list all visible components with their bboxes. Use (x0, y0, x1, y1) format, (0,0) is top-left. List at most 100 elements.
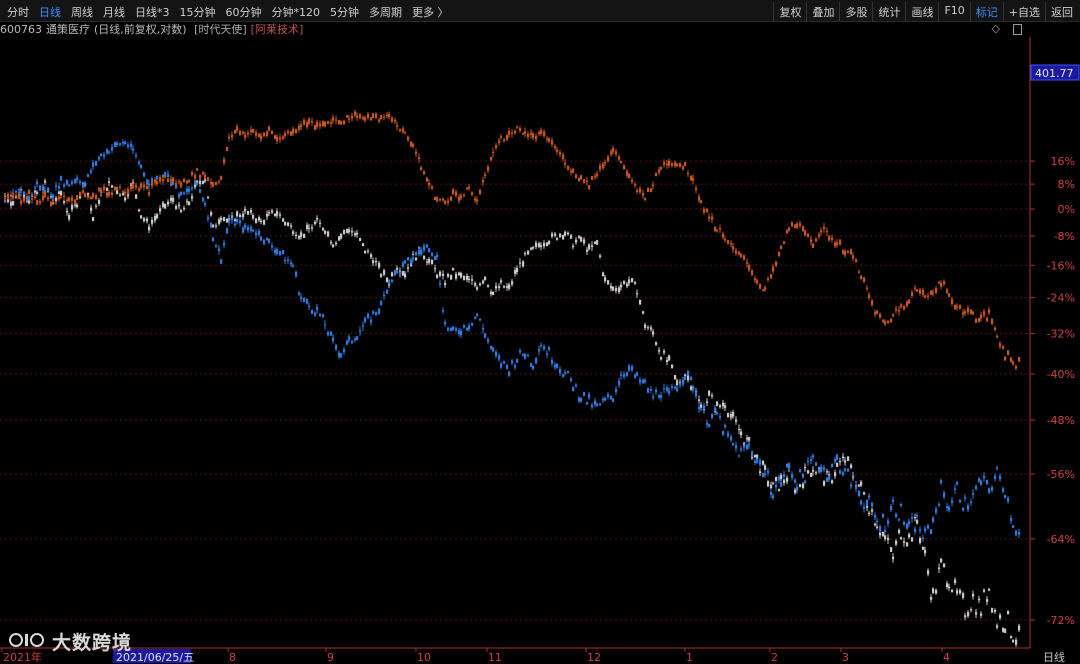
window-icon[interactable] (1013, 24, 1022, 35)
candle-body (100, 189, 103, 194)
candle-body (570, 378, 573, 381)
overlay-button[interactable]: 叠加 (806, 2, 839, 22)
candle-body (268, 212, 271, 214)
overlay-tag-1[interactable]: [时代天使] (194, 23, 247, 36)
candle-body (711, 216, 714, 220)
candle-body (210, 182, 213, 185)
candle-body (983, 475, 986, 479)
overlay-tag-2[interactable]: [阿莱技术] (251, 23, 304, 36)
candle-body (212, 237, 215, 242)
candle-body (751, 456, 754, 459)
candle-body (175, 205, 178, 209)
candle-body (540, 345, 543, 347)
candle-body (172, 177, 175, 182)
tab-5min[interactable]: 5分钟 (325, 2, 364, 22)
candle-body (215, 225, 218, 227)
candle-body (122, 191, 125, 193)
candle-body (855, 485, 858, 489)
candle-body (855, 259, 858, 262)
candle-body (159, 208, 162, 212)
candle-body (202, 172, 205, 175)
tab-weekly[interactable]: 周线 (66, 2, 98, 22)
candle-body (938, 503, 941, 506)
candle-body (626, 170, 629, 176)
candle-body (1015, 530, 1018, 536)
tab-60min[interactable]: 60分钟 (221, 2, 267, 22)
candle-body (47, 197, 50, 200)
candle-body (868, 512, 871, 515)
candle-body (810, 458, 813, 461)
candle-body (314, 221, 317, 224)
diamond-icon[interactable]: ◇ (992, 22, 1000, 35)
y-tick-label: -32% (1047, 328, 1075, 341)
candle-body (122, 141, 125, 144)
stats-button[interactable]: 统计 (872, 2, 905, 22)
candle-body (95, 205, 98, 207)
mark-button[interactable]: 标记 (969, 2, 1003, 22)
candle-body (722, 233, 725, 238)
candle-body (516, 268, 519, 272)
candle-body (135, 154, 138, 157)
y-tick-label: -48% (1047, 414, 1075, 427)
candle-body (914, 287, 917, 289)
candle-body (634, 374, 637, 378)
candle-body (972, 311, 975, 315)
candle-body (730, 243, 733, 245)
candle-body (810, 472, 813, 478)
candle-body (503, 360, 506, 364)
candle-body (234, 223, 237, 226)
candle-body (4, 197, 7, 200)
adjust-button[interactable]: 复权 (773, 2, 806, 22)
tab-15min[interactable]: 15分钟 (175, 2, 221, 22)
candle-body (831, 237, 834, 240)
candle-body (679, 384, 682, 386)
f10-button[interactable]: F10 (938, 2, 969, 22)
tab-min-120[interactable]: 分钟*120 (267, 2, 326, 22)
candle-body (236, 126, 239, 131)
candle-body (930, 597, 933, 600)
more-button[interactable]: 更多 〉 (407, 2, 454, 22)
add-watchlist-button[interactable]: +自选 (1002, 2, 1045, 22)
candle-body (1002, 628, 1005, 632)
candle-body (812, 455, 815, 458)
candle-body (410, 259, 413, 264)
candle-body (588, 185, 591, 190)
stock-name: 通策医疗 (46, 23, 90, 36)
candle-body (500, 136, 503, 138)
candle-body (530, 132, 533, 135)
candle-body (250, 226, 253, 231)
candle-body (570, 170, 573, 173)
candle-body (655, 342, 658, 345)
back-button[interactable]: 返回 (1045, 2, 1078, 22)
tab-monthly[interactable]: 月线 (98, 2, 130, 22)
candle-body (44, 191, 47, 197)
candle-body (396, 125, 399, 127)
candle-body (15, 190, 18, 193)
candle-body (399, 129, 402, 132)
candle-body (708, 216, 711, 219)
price-chart[interactable]: 16% 8% 0% -8% -16% -24% -32% -40% -48% -56% -64% -7… (0, 37, 1080, 664)
draw-button[interactable]: 画线 (905, 2, 938, 22)
candle-body (826, 471, 829, 473)
candle-body (871, 503, 874, 507)
candle-body (428, 248, 431, 253)
candle-body (772, 266, 775, 272)
candle-body (660, 167, 663, 170)
candle-body (514, 130, 517, 134)
candle-body (218, 219, 221, 224)
candle-body (746, 437, 749, 440)
tab-daily-x3[interactable]: 日线*3 (130, 2, 175, 22)
candle-body (650, 327, 653, 330)
tab-multi-period[interactable]: 多周期 (364, 2, 407, 22)
candle-body (676, 380, 679, 386)
candle-body (575, 174, 578, 178)
candle-body (639, 188, 642, 193)
tab-daily[interactable]: 日线 (34, 2, 66, 22)
candle-body (556, 363, 559, 369)
candle-body (844, 468, 847, 471)
multi-stock-button[interactable]: 多股 (839, 2, 872, 22)
candle-body (290, 131, 293, 136)
candle-body (471, 322, 474, 326)
candle-body (271, 210, 274, 213)
tab-fenshi[interactable]: 分时 (2, 2, 34, 22)
